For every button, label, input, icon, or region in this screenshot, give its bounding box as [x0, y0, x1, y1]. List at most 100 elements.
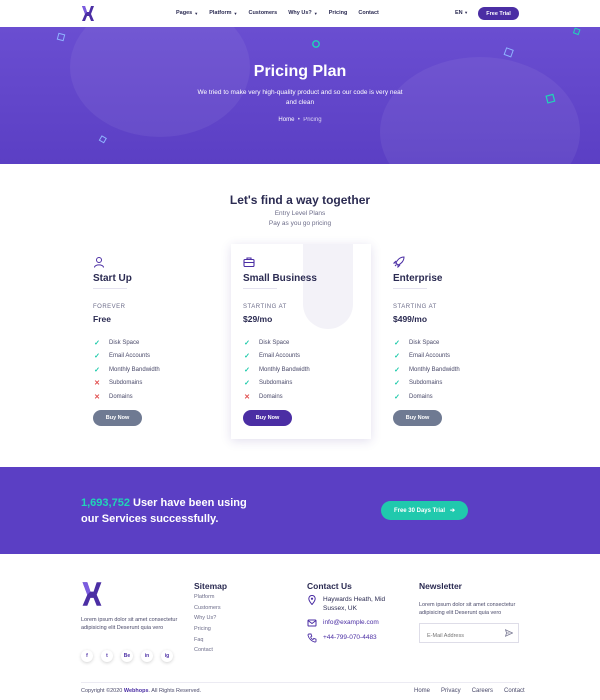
pricing-section-title: Let's find a way together	[229, 193, 371, 207]
check-icon: ✓	[394, 380, 400, 388]
plan-name: Small Business	[243, 273, 317, 284]
language-selector[interactable]: EN ▼	[455, 10, 468, 16]
nav-why-us[interactable]: Why Us? ▼	[288, 10, 318, 16]
nav-pricing[interactable]: Pricing	[329, 10, 348, 16]
check-icon: ✓	[244, 366, 250, 374]
behance-icon[interactable]: Be	[121, 650, 133, 662]
footer-link-home[interactable]: Home	[414, 688, 430, 694]
breadcrumb-current: Pricing	[303, 117, 322, 123]
sitemap-heading: Sitemap	[194, 581, 228, 591]
chevron-down-icon: ▼	[194, 10, 199, 16]
circle-decoration-icon	[312, 40, 320, 48]
check-icon: ✓	[244, 353, 250, 361]
check-icon: ✓	[394, 339, 400, 347]
plan-name: Enterprise	[393, 273, 443, 284]
footer-link-privacy[interactable]: Privacy	[441, 688, 461, 694]
nav-customers[interactable]: Customers	[248, 10, 277, 16]
plan-price: Free	[93, 314, 111, 324]
sitemap-link[interactable]: Platform	[194, 594, 221, 605]
chevron-down-icon: ▼	[233, 10, 238, 16]
feature-item: ✕ Subdomains	[94, 380, 143, 388]
user-icon	[94, 257, 104, 268]
instagram-icon[interactable]: ig	[161, 650, 173, 662]
briefcase-icon	[243, 257, 255, 268]
user-count: 1,693,752	[81, 497, 130, 509]
check-icon: ✓	[94, 339, 100, 347]
map-pin-icon	[308, 595, 316, 605]
stats-line: User have been using	[133, 497, 247, 509]
page-title: Pricing Plan	[253, 63, 347, 80]
footer-bottom-links: Home Privacy Careers Contact	[414, 688, 525, 694]
newsletter-form	[419, 623, 519, 645]
hero-subtitle: We tried to make very high-quality produ…	[197, 89, 403, 106]
stats-banner: 1,693,752 User have been using our Servi…	[0, 467, 600, 554]
pricing-card-enterprise: Enterprise STARTING AT $499/mo ✓ Disk Spa…	[381, 244, 521, 439]
stats-text: 1,693,752 User have been using our Servi…	[81, 495, 281, 527]
free-30-days-trial-button[interactable]: Free 30 Days Trial ➔	[381, 501, 468, 520]
arrow-right-icon: ➔	[450, 508, 456, 514]
footer-link-contact[interactable]: Contact	[504, 688, 525, 694]
contact-email[interactable]: info@example.com	[307, 618, 379, 628]
linkedin-icon[interactable]: in	[141, 650, 153, 662]
free-trial-button[interactable]: Free Trial	[478, 7, 519, 20]
copyright-text: Copyright ©2020 Webhops. All Rights Rese…	[81, 688, 202, 694]
feature-item: ✓ Monthly Bandwidth	[94, 366, 160, 374]
feature-item: ✓ Email Accounts	[394, 353, 451, 361]
pricing-subtitle-line: Pay as you go pricing	[268, 220, 332, 227]
feature-list: ✓ Disk Space ✓ Email Accounts ✓ Monthly Ban…	[393, 336, 460, 404]
check-icon: ✓	[394, 366, 400, 374]
footer-divider	[81, 682, 519, 683]
breadcrumb: Home • Pricing	[0, 117, 600, 123]
check-icon: ✓	[394, 353, 400, 361]
facebook-icon[interactable]: f	[81, 650, 93, 662]
phone-icon	[307, 633, 317, 643]
check-icon: ✓	[394, 393, 400, 401]
check-icon: ✓	[244, 339, 250, 347]
plan-name: Start Up	[93, 273, 132, 284]
feature-item: ✓ Monthly Bandwidth	[394, 366, 460, 374]
contact-heading: Contact Us	[307, 581, 352, 591]
sitemap-link[interactable]: Why Us?	[194, 615, 221, 626]
send-icon[interactable]	[505, 629, 513, 637]
square-decoration-icon	[56, 32, 66, 42]
feature-list: ✓ Disk Space ✓ Email Accounts ✓ Monthly Ban…	[93, 336, 160, 404]
newsletter-email-input[interactable]	[420, 627, 498, 645]
sitemap-link[interactable]: Contact	[194, 647, 221, 658]
divider	[93, 288, 127, 289]
heart-decoration-icon	[545, 93, 556, 104]
check-icon: ✓	[94, 366, 100, 374]
chevron-down-icon: ▼	[313, 10, 318, 16]
footer-link-careers[interactable]: Careers	[472, 688, 493, 694]
plan-price: $499/mo	[393, 314, 428, 324]
brand-link[interactable]: Webhops	[124, 688, 149, 694]
newsletter-text: Lorem ipsum dolor sit amet consectetur a…	[419, 602, 516, 616]
nav-contact[interactable]: Contact	[358, 10, 378, 16]
sitemap-link[interactable]: Customers	[194, 605, 221, 616]
footer-logo[interactable]	[81, 580, 103, 608]
stats-line: our Services successfully.	[81, 513, 219, 525]
pricing-card-small-business: Small Business STARTING AT $29/mo ✓ Disk …	[231, 244, 371, 439]
chevron-down-icon: ▼	[464, 10, 469, 15]
nav-pages[interactable]: Pages ▼	[176, 10, 198, 16]
feature-list: ✓ Disk Space ✓ Email Accounts ✓ Monthly Ban…	[243, 336, 310, 404]
feature-item: ✓ Email Accounts	[94, 353, 151, 361]
buy-now-button[interactable]: Buy Now	[393, 410, 442, 426]
breadcrumb-home[interactable]: Home	[278, 117, 294, 123]
newsletter-heading: Newsletter	[419, 581, 462, 591]
feature-item: ✓ Email Accounts	[244, 353, 301, 361]
sitemap-link[interactable]: Pricing	[194, 626, 221, 637]
check-icon: ✓	[94, 353, 100, 361]
contact-phone[interactable]: +44-799-070-4483	[307, 633, 377, 643]
feature-item: ✓ Monthly Bandwidth	[244, 366, 310, 374]
pricing-card-start-up: Start Up FOREVER Free ✓ Disk Space ✓ Email…	[81, 244, 221, 439]
square-decoration-icon	[572, 27, 581, 36]
main-menu: Pages ▼ Platform ▼ Customers Why Us? ▼ Pric…	[176, 10, 379, 16]
sitemap-link[interactable]: Faq	[194, 637, 221, 648]
buy-now-button[interactable]: Buy Now	[243, 410, 292, 426]
square-decoration-icon	[503, 47, 514, 58]
buy-now-button[interactable]: Buy Now	[93, 410, 142, 426]
twitter-icon[interactable]: t	[101, 650, 113, 662]
brand-logo[interactable]	[81, 5, 95, 22]
pricing-section-subtitle: Entry Level Plans Pay as you go pricing	[0, 209, 600, 229]
nav-platform[interactable]: Platform ▼	[209, 10, 237, 16]
